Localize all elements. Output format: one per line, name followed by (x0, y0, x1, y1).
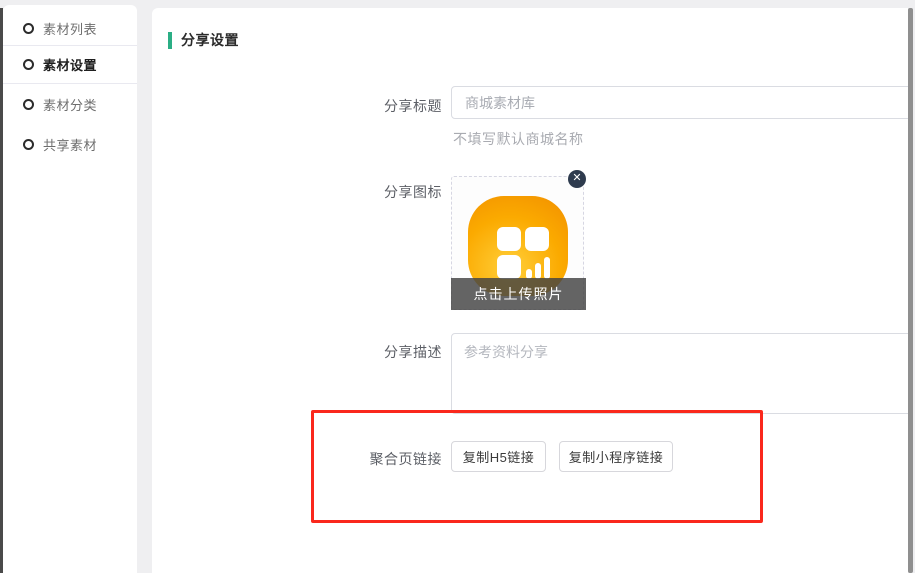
close-icon[interactable]: ✕ (568, 170, 586, 188)
scrollbar-thumb[interactable] (908, 8, 913, 573)
radio-circle-icon (23, 139, 34, 150)
share-title-label: 分享标题 (302, 96, 442, 116)
radio-circle-icon (23, 59, 34, 70)
sidebar-item-material-settings[interactable]: 素材设置 (3, 46, 137, 83)
icon-upload-box[interactable]: 点击上传照片 ✕ (451, 176, 584, 310)
upload-overlay[interactable]: 点击上传照片 (451, 278, 586, 310)
share-icon-label: 分享图标 (302, 182, 442, 202)
sidebar-item-material-category[interactable]: 素材分类 (3, 84, 137, 124)
sidebar: 素材列表 素材设置 素材分类 共享素材 (3, 5, 137, 573)
main-panel: 分享设置 分享标题 不填写默认商城名称 分享图标 点击上传照片 ✕ 分享描述 (152, 8, 908, 573)
bar-chart-icon (544, 257, 550, 279)
radio-circle-icon (23, 99, 34, 110)
sidebar-item-shared-material[interactable]: 共享素材 (3, 124, 137, 164)
share-title-helper: 不填写默认商城名称 (453, 129, 584, 149)
share-desc-label: 分享描述 (302, 342, 442, 362)
bar-chart-icon (535, 263, 541, 279)
scrollbar-track (908, 0, 915, 573)
grid-square-icon (497, 255, 521, 279)
copy-h5-link-button[interactable]: 复制H5链接 (451, 441, 546, 472)
section-header: 分享设置 (168, 30, 239, 50)
sidebar-item-label: 素材设置 (43, 55, 97, 74)
copy-miniprogram-link-button[interactable]: 复制小程序链接 (559, 441, 673, 472)
share-desc-textarea[interactable] (451, 333, 908, 414)
aggregate-link-label: 聚合页链接 (302, 449, 442, 469)
sidebar-item-label: 素材分类 (43, 95, 97, 114)
sidebar-item-label: 共享素材 (43, 135, 97, 154)
upload-overlay-text: 点击上传照片 (474, 284, 564, 304)
screen: 素材列表 素材设置 素材分类 共享素材 分享设置 分享标题 不填写默认商城名称 … (0, 0, 915, 573)
grid-square-icon (497, 227, 521, 251)
radio-circle-icon (23, 23, 34, 34)
grid-square-icon (525, 227, 549, 251)
sidebar-item-material-list[interactable]: 素材列表 (3, 11, 137, 45)
accent-bar (168, 32, 172, 49)
sidebar-item-label: 素材列表 (43, 19, 97, 38)
page-title: 分享设置 (181, 30, 239, 50)
share-title-input[interactable] (451, 86, 908, 119)
